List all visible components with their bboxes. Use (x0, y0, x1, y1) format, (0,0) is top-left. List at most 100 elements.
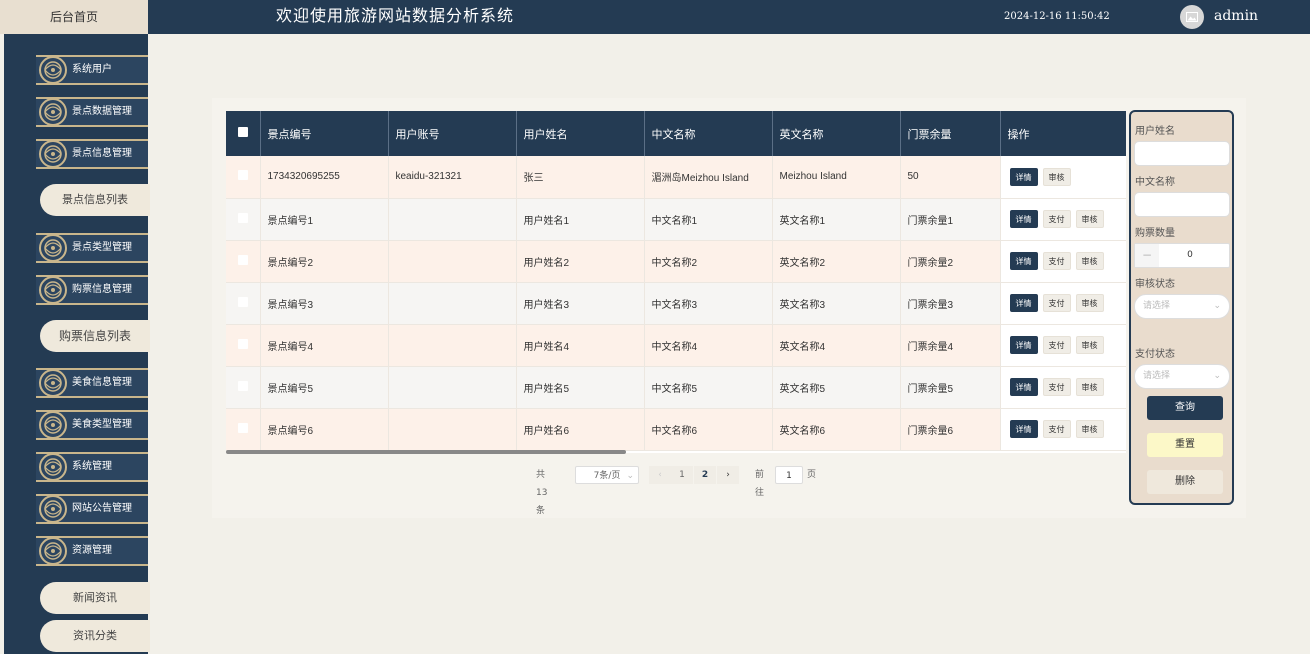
actions-cell: 详情 支付 审核 (1000, 324, 1126, 367)
username-input[interactable] (1134, 141, 1230, 166)
table-cell: 用户姓名5 (516, 366, 645, 409)
action-button[interactable]: 详情 (1009, 420, 1038, 438)
query-button[interactable]: 查询 (1147, 396, 1223, 420)
row-checkbox[interactable] (226, 408, 261, 451)
sidebar-item[interactable]: 网站公告管理 (36, 494, 148, 524)
ornament-icon (39, 140, 67, 168)
sidebar-item-label: 景点类型管理 (72, 242, 132, 253)
action-button[interactable]: 支付 (1042, 210, 1071, 228)
sidebar-item[interactable]: 购票信息管理 (36, 275, 148, 305)
table-row[interactable]: 景点编号3 用户姓名3 中文名称3 英文名称3 门票余量3 详情 支付 审核 (226, 282, 1126, 325)
ornament-icon (39, 453, 67, 481)
sidebar-item[interactable]: 美食类型管理 (36, 410, 148, 440)
checkbox-icon[interactable] (237, 380, 248, 391)
table-cell: 景点编号6 (260, 408, 389, 451)
action-button[interactable]: 支付 (1042, 378, 1071, 396)
sidebar-item[interactable]: 美食信息管理 (36, 368, 148, 398)
pay-status-select[interactable]: 请选择 ⌄ (1134, 364, 1230, 389)
action-button[interactable]: 审核 (1075, 252, 1104, 270)
action-button[interactable]: 支付 (1042, 420, 1071, 438)
delete-button[interactable]: 删除 (1147, 470, 1223, 494)
action-button[interactable]: 支付 (1042, 252, 1071, 270)
quantity-stepper[interactable]: − 0 (1134, 243, 1230, 268)
table-cell (388, 324, 517, 367)
checkbox-icon[interactable] (237, 254, 248, 265)
sidebar-item[interactable]: 景点信息管理 (36, 139, 148, 169)
prev-page-button[interactable]: ‹ (649, 466, 671, 484)
table-row[interactable]: 景点编号5 用户姓名5 中文名称5 英文名称5 门票余量5 详情 支付 审核 (226, 366, 1126, 409)
row-checkbox[interactable] (226, 282, 261, 325)
action-button[interactable]: 详情 (1009, 336, 1038, 354)
actions-cell: 详情 支付 审核 (1000, 408, 1126, 451)
action-button[interactable]: 支付 (1042, 294, 1071, 312)
action-button[interactable]: 详情 (1009, 252, 1038, 270)
checkbox-icon[interactable] (237, 338, 248, 349)
table-cell: 用户姓名2 (516, 240, 645, 283)
username[interactable]: admin (1214, 0, 1258, 32)
row-checkbox[interactable] (226, 366, 261, 409)
goto-page-input[interactable]: 1 (775, 466, 803, 484)
table-row[interactable]: 1734320695255 keaidu-321321 张三 湄洲岛Meizhou I… (226, 156, 1126, 199)
table-cell: 用户姓名3 (516, 282, 645, 325)
cn-name-input[interactable] (1134, 192, 1230, 217)
table-row[interactable]: 景点编号1 用户姓名1 中文名称1 英文名称1 门票余量1 详情 支付 审核 (226, 198, 1126, 241)
reset-button[interactable]: 重置 (1147, 433, 1223, 457)
action-button[interactable]: 审核 (1042, 167, 1071, 186)
sidebar-item[interactable]: 资源管理 (36, 536, 148, 566)
row-checkbox[interactable] (226, 198, 261, 241)
sidebar-subitem[interactable]: 景点信息列表 (40, 184, 150, 216)
table-row[interactable]: 景点编号6 用户姓名6 中文名称6 英文名称6 门票余量6 详情 支付 审核 (226, 408, 1126, 451)
audit-status-select[interactable]: 请选择 ⌄ (1134, 294, 1230, 319)
sidebar-subitem[interactable]: 购票信息列表 (40, 320, 150, 352)
action-button[interactable]: 详情 (1009, 210, 1038, 228)
table-cell: 门票余量1 (900, 198, 1001, 241)
minus-icon[interactable]: − (1135, 244, 1159, 267)
table-cell (388, 408, 517, 451)
column-header: 景点编号 (260, 111, 389, 156)
avatar[interactable] (1180, 5, 1204, 29)
row-checkbox[interactable] (226, 324, 261, 367)
action-button[interactable]: 审核 (1075, 294, 1104, 312)
action-button[interactable]: 详情 (1009, 294, 1038, 312)
row-checkbox[interactable] (226, 240, 261, 283)
column-header: 英文名称 (772, 111, 901, 156)
sidebar-item-label: 资源管理 (72, 545, 112, 556)
page-size-select[interactable]: 7条/页 ⌄ (575, 466, 639, 484)
checkbox-icon[interactable] (237, 296, 248, 307)
action-button[interactable]: 审核 (1075, 210, 1104, 228)
page-button-2[interactable]: 2 (694, 466, 716, 484)
table-cell: 门票余量5 (900, 366, 1001, 409)
action-button[interactable]: 详情 (1009, 378, 1038, 396)
page-button-1[interactable]: 1 (671, 466, 693, 484)
table-cell: 英文名称2 (772, 240, 901, 283)
checkbox-icon[interactable] (237, 170, 248, 181)
table-cell: Meizhou Island (772, 156, 901, 199)
sidebar-subitem[interactable]: 新闻资讯 (40, 582, 150, 614)
sidebar-subitem[interactable]: 资讯分类 (40, 620, 150, 652)
checkbox-icon[interactable] (237, 422, 248, 433)
action-button[interactable]: 审核 (1075, 378, 1104, 396)
action-button[interactable]: 详情 (1009, 167, 1038, 186)
checkbox-icon[interactable] (237, 127, 248, 137)
ornament-icon (39, 369, 67, 397)
table-row[interactable]: 景点编号4 用户姓名4 中文名称4 英文名称4 门票余量4 详情 支付 审核 (226, 324, 1126, 367)
sidebar-item[interactable]: 系统用户 (36, 55, 148, 85)
action-button[interactable]: 审核 (1075, 420, 1104, 438)
table-cell: 中文名称3 (644, 282, 773, 325)
sidebar-item[interactable]: 景点数据管理 (36, 97, 148, 127)
action-button[interactable]: 支付 (1042, 336, 1071, 354)
table-row[interactable]: 景点编号2 用户姓名2 中文名称2 英文名称2 门票余量2 详情 支付 审核 (226, 240, 1126, 283)
pay-status-label: 支付状态 (1135, 349, 1175, 360)
home-tab[interactable]: 后台首页 (0, 0, 148, 34)
quantity-value[interactable]: 0 (1159, 244, 1221, 267)
checkbox-icon[interactable] (237, 212, 248, 223)
select-all-checkbox[interactable] (226, 111, 261, 156)
horizontal-scrollbar[interactable] (226, 450, 626, 454)
table-cell: 景点编号5 (260, 366, 389, 409)
sidebar-item[interactable]: 景点类型管理 (36, 233, 148, 263)
next-page-button[interactable]: › (717, 466, 739, 484)
row-checkbox[interactable] (226, 156, 261, 199)
quantity-label: 购票数量 (1135, 228, 1175, 239)
action-button[interactable]: 审核 (1075, 336, 1104, 354)
sidebar-item[interactable]: 系统管理 (36, 452, 148, 482)
